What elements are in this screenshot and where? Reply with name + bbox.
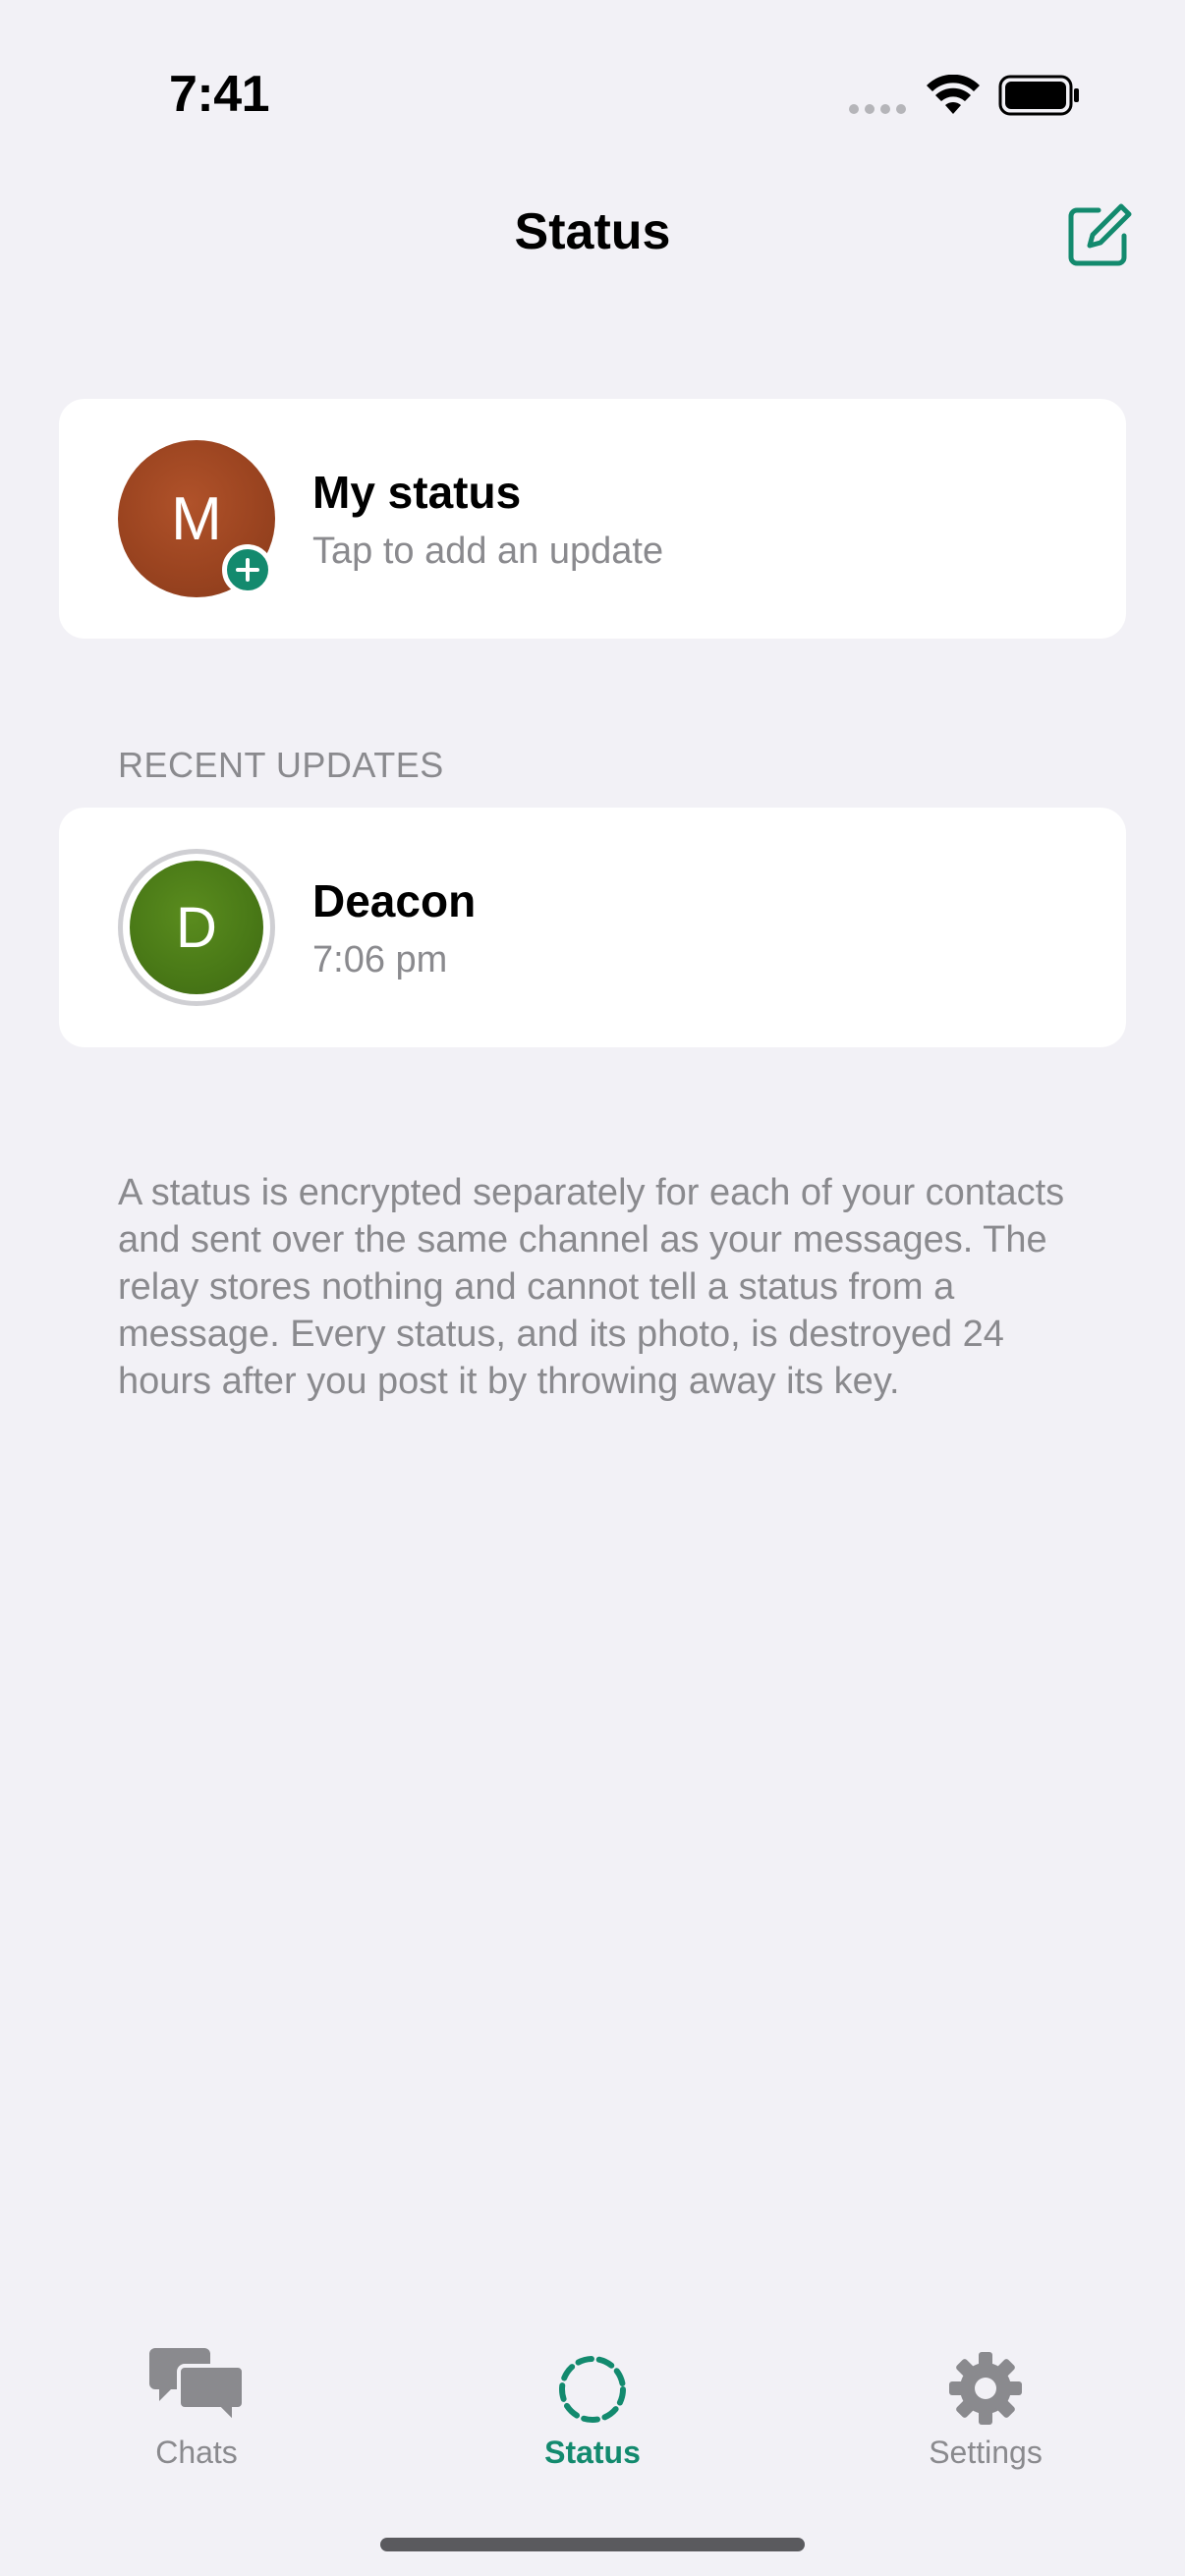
tab-status[interactable]: Status [484, 2338, 701, 2471]
recent-updates-header: RECENT UPDATES [118, 745, 444, 785]
cellular-signal-icon [849, 104, 906, 114]
gear-icon [949, 2352, 1022, 2425]
my-avatar-letter: M [171, 484, 222, 553]
add-status-icon[interactable] [222, 544, 273, 595]
contact-avatar-letter: D [176, 895, 217, 960]
my-status-subtitle: Tap to add an update [312, 531, 664, 572]
tab-chats[interactable]: Chats [88, 2338, 305, 2471]
encryption-footnote: A status is encrypted separately for eac… [118, 1172, 1065, 1402]
status-row-deacon[interactable]: D Deacon 7:06 pm [59, 808, 1126, 1047]
my-status-title: My status [312, 467, 522, 518]
status-screen: 7:41 Status M My status Tap to add an up… [0, 0, 1185, 2576]
status-ring-icon [559, 2356, 626, 2423]
tab-settings[interactable]: Settings [877, 2338, 1094, 2471]
status-bar-time: 7:41 [169, 66, 270, 123]
contact-name: Deacon [312, 875, 477, 926]
tab-status-label: Status [544, 2435, 641, 2470]
tab-chats-label: Chats [155, 2435, 238, 2470]
contact-avatar: D [130, 861, 263, 994]
chat-bubbles-icon [149, 2348, 246, 2427]
system-status-bar: 7:41 [0, 0, 1185, 187]
home-indicator[interactable] [380, 2538, 805, 2551]
status-time: 7:06 pm [312, 939, 448, 980]
tab-settings-label: Settings [929, 2435, 1043, 2470]
wifi-icon [927, 75, 980, 114]
my-status-card[interactable]: M My status Tap to add an update [59, 399, 1126, 639]
page-title: Status [514, 203, 671, 260]
compose-icon[interactable] [1065, 200, 1134, 269]
battery-icon [998, 75, 1079, 116]
